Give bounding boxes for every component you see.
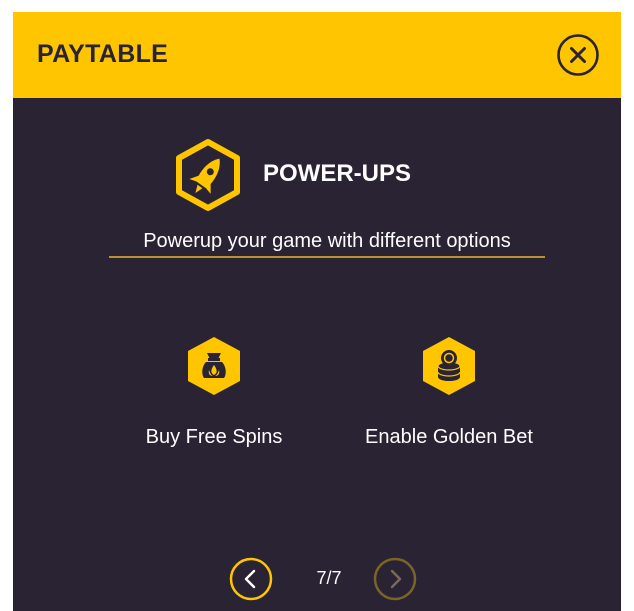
money-bag-icon [188, 337, 240, 395]
page-title: PAYTABLE [37, 40, 169, 68]
enable-golden-bet-option[interactable]: Enable Golden Bet [339, 334, 559, 449]
next-page-button[interactable] [373, 557, 417, 601]
section-title: POWER-UPS [263, 160, 412, 187]
close-button[interactable] [556, 33, 600, 77]
top-border [13, 0, 621, 12]
chevron-right-icon [373, 557, 417, 601]
divider [109, 256, 545, 258]
close-icon [557, 34, 599, 76]
buy-free-spins-option[interactable]: Buy Free Spins [104, 334, 324, 449]
option-label: Buy Free Spins [145, 426, 283, 448]
previous-page-button[interactable] [229, 557, 273, 601]
header-bar: PAYTABLE [13, 12, 621, 98]
rocket-icon [173, 138, 243, 212]
option-label: Enable Golden Bet [365, 426, 533, 448]
coin-stack-icon [423, 337, 475, 395]
section-subtitle: Powerup your game with different options [143, 230, 511, 252]
chevron-left-icon [229, 557, 273, 601]
pagination: 7/7 [13, 557, 621, 603]
paytable-panel: PAYTABLE POWER-UPS Powerup your game wit… [13, 12, 621, 611]
page-indicator: 7/7 [316, 568, 342, 588]
